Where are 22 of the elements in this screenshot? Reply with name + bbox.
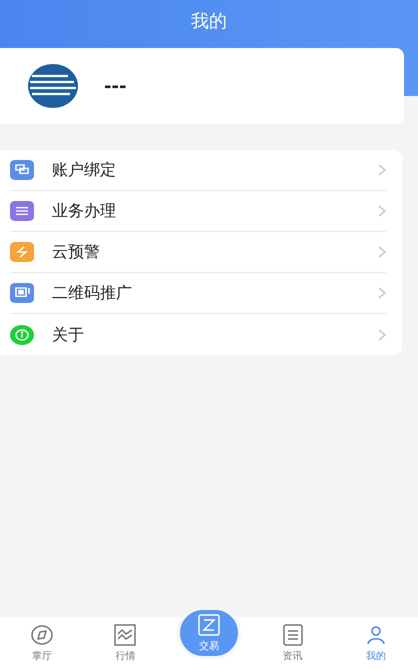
tab[interactable]: 我的 [364, 622, 388, 664]
tab[interactable]: 资讯 [280, 622, 305, 664]
compass-icon [30, 622, 54, 646]
menu-item[interactable]: 云预警 [52, 240, 100, 264]
menu-item[interactable]: 业务办理 [52, 199, 116, 223]
profile-card[interactable]: --- [0, 48, 404, 124]
document-icon [280, 622, 305, 646]
page-title: 我的 [191, 10, 227, 34]
chevron-icon [378, 287, 386, 299]
menu-item[interactable]: 二维码推广 [52, 281, 132, 305]
chart-icon [113, 622, 138, 646]
chevron-icon [378, 164, 386, 176]
tab[interactable]: 掌厅 [30, 622, 54, 664]
z-icon [196, 612, 221, 636]
menu-item[interactable]: 账户绑定 [52, 158, 116, 182]
chevron-icon [378, 246, 386, 258]
chevron-icon [378, 205, 386, 217]
tab[interactable]: 行情 [113, 622, 138, 664]
menu-item[interactable]: 关于 [52, 322, 84, 346]
user-name: --- [104, 74, 126, 98]
chevron-icon [378, 328, 386, 340]
globe-logo-icon [28, 64, 78, 108]
